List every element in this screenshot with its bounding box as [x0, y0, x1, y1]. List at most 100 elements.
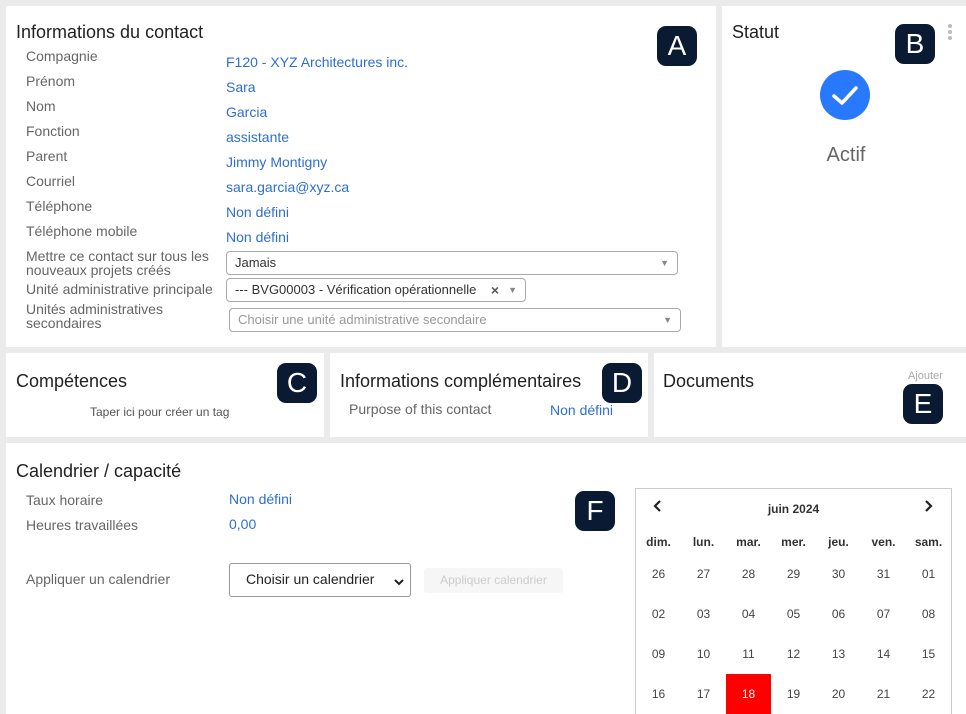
purpose-value[interactable]: Non défini — [550, 402, 613, 418]
all-projects-select-value: Jamais — [235, 255, 277, 270]
email-value[interactable]: sara.garcia@xyz.ca — [226, 179, 349, 195]
hours-value[interactable]: 0,00 — [229, 516, 256, 532]
calendar-day-selected[interactable]: 18 — [726, 674, 771, 714]
secondary-units-placeholder: Choisir une unité administrative seconda… — [238, 312, 487, 327]
firstname-value[interactable]: Sara — [226, 79, 256, 95]
skills-title: Compétences — [16, 371, 128, 391]
weekday-thu: jeu. — [828, 535, 849, 549]
caret-down-icon: ▼ — [663, 315, 672, 325]
calendar-day[interactable]: 28 — [726, 554, 771, 594]
main-unit-select[interactable]: --- BVG00003 - Vérification opérationnel… — [226, 278, 526, 302]
calendar-day[interactable]: 05 — [771, 594, 816, 634]
apply-calendar-button[interactable]: Appliquer calendrier — [424, 568, 563, 593]
status-title: Statut — [732, 22, 780, 42]
calendar-day[interactable]: 04 — [726, 594, 771, 634]
calendar-day[interactable]: 11 — [726, 634, 771, 674]
calendar-month-title: juin 2024 — [767, 502, 820, 516]
company-link[interactable]: F120 - XYZ Architectures inc. — [226, 54, 408, 70]
main-unit-label: Unité administrative principale — [26, 281, 213, 297]
calendar-day[interactable]: 15 — [906, 634, 951, 674]
calendar-day[interactable]: 26 — [636, 554, 681, 594]
calendar-select-value: Choisir un calendrier — [246, 571, 375, 587]
calendar-day[interactable]: 19 — [771, 674, 816, 714]
caret-down-icon: ▼ — [660, 258, 669, 268]
secondary-units-label-line2: secondaires — [26, 315, 102, 331]
weekday-wed: mer. — [781, 535, 806, 549]
field-label-mobile: Téléphone mobile — [26, 223, 138, 239]
weekday-sun: dim. — [646, 535, 671, 549]
calendar-day[interactable]: 20 — [816, 674, 861, 714]
field-label-function: Fonction — [26, 123, 80, 139]
calendar-day[interactable]: 21 — [861, 674, 906, 714]
rate-label: Taux horaire — [26, 492, 104, 508]
skills-panel: Compétences C Taper ici pour créer un ta… — [6, 353, 324, 437]
field-label-email: Courriel — [26, 173, 76, 189]
section-badge-a: A — [657, 26, 697, 66]
weekday-mon: lun. — [692, 535, 715, 549]
calendar-day[interactable]: 31 — [861, 554, 906, 594]
mobile-value[interactable]: Non défini — [226, 229, 289, 245]
clear-icon[interactable]: × — [491, 279, 499, 301]
field-label-company: Compagnie — [26, 48, 98, 64]
calendar-day[interactable]: 01 — [906, 554, 951, 594]
status-check-icon — [820, 70, 870, 120]
calendar-day[interactable]: 10 — [681, 634, 726, 674]
calendar-title: Calendrier / capacité — [16, 461, 182, 481]
function-value[interactable]: assistante — [226, 129, 289, 145]
rate-value[interactable]: Non défini — [229, 491, 292, 507]
calendar-day[interactable]: 02 — [636, 594, 681, 634]
extra-info-panel: Informations complémentaires D Purpose o… — [330, 353, 648, 437]
chevron-down-icon — [394, 574, 404, 592]
calendar-day[interactable]: 12 — [771, 634, 816, 674]
tag-input[interactable]: Taper ici pour créer un tag — [90, 405, 229, 419]
field-label-firstname: Prénom — [26, 73, 76, 89]
calendar-day[interactable]: 03 — [681, 594, 726, 634]
all-projects-label-line1: Mettre ce contact sur tous les — [26, 248, 209, 264]
calendar-day[interactable]: 08 — [906, 594, 951, 634]
contact-info-title: Informations du contact — [16, 22, 204, 42]
calendar-day[interactable]: 17 — [681, 674, 726, 714]
more-options-icon[interactable] — [948, 24, 954, 40]
calendar-day[interactable]: 07 — [861, 594, 906, 634]
status-panel: Statut B Actif — [722, 6, 966, 347]
section-badge-f: F — [575, 491, 615, 531]
field-label-phone: Téléphone — [26, 198, 93, 214]
calendar-day[interactable]: 27 — [681, 554, 726, 594]
mini-calendar: juin 2024 dim. lun. mar. mer. jeu. ven. … — [635, 488, 952, 714]
contact-info-panel: Informations du contact A Compagnie F120… — [6, 6, 716, 347]
add-document-button[interactable]: Ajouter — [908, 370, 943, 382]
secondary-units-select[interactable]: Choisir une unité administrative seconda… — [229, 308, 681, 332]
calendar-day[interactable]: 14 — [861, 634, 906, 674]
extra-info-title: Informations complémentaires — [340, 371, 582, 391]
lastname-value[interactable]: Garcia — [226, 104, 267, 120]
calendar-day[interactable]: 30 — [816, 554, 861, 594]
purpose-label: Purpose of this contact — [349, 401, 492, 417]
calendar-day[interactable]: 09 — [636, 634, 681, 674]
calendar-day[interactable]: 29 — [771, 554, 816, 594]
calendar-select[interactable]: Choisir un calendrier — [229, 563, 411, 597]
weekday-sat: sam. — [914, 535, 943, 549]
status-value: Actif — [826, 144, 866, 166]
all-projects-label-line2: nouveaux projets créés — [26, 262, 171, 278]
all-projects-select[interactable]: Jamais ▼ — [226, 251, 678, 275]
phone-value[interactable]: Non défini — [226, 204, 289, 220]
field-label-lastname: Nom — [26, 98, 56, 114]
calendar-day[interactable]: 16 — [636, 674, 681, 714]
parent-link[interactable]: Jimmy Montigny — [226, 154, 327, 170]
section-badge-d: D — [602, 363, 642, 403]
field-label-parent: Parent — [26, 148, 68, 164]
chevron-right-icon[interactable] — [922, 499, 934, 518]
calendar-day[interactable]: 22 — [906, 674, 951, 714]
main-unit-select-value: --- BVG00003 - Vérification opérationnel… — [235, 282, 477, 297]
documents-title: Documents — [663, 371, 755, 391]
section-badge-b: B — [895, 24, 935, 64]
weekday-tue: mar. — [736, 535, 761, 549]
calendar-day[interactable]: 13 — [816, 634, 861, 674]
caret-down-icon: ▼ — [508, 285, 517, 295]
weekday-fri: ven. — [871, 535, 896, 549]
apply-calendar-label: Appliquer un calendrier — [26, 571, 170, 587]
calendar-day[interactable]: 06 — [816, 594, 861, 634]
documents-panel: Documents Ajouter E — [654, 353, 966, 437]
secondary-units-label-line1: Unités administratives — [26, 301, 163, 317]
section-badge-c: C — [277, 363, 317, 403]
